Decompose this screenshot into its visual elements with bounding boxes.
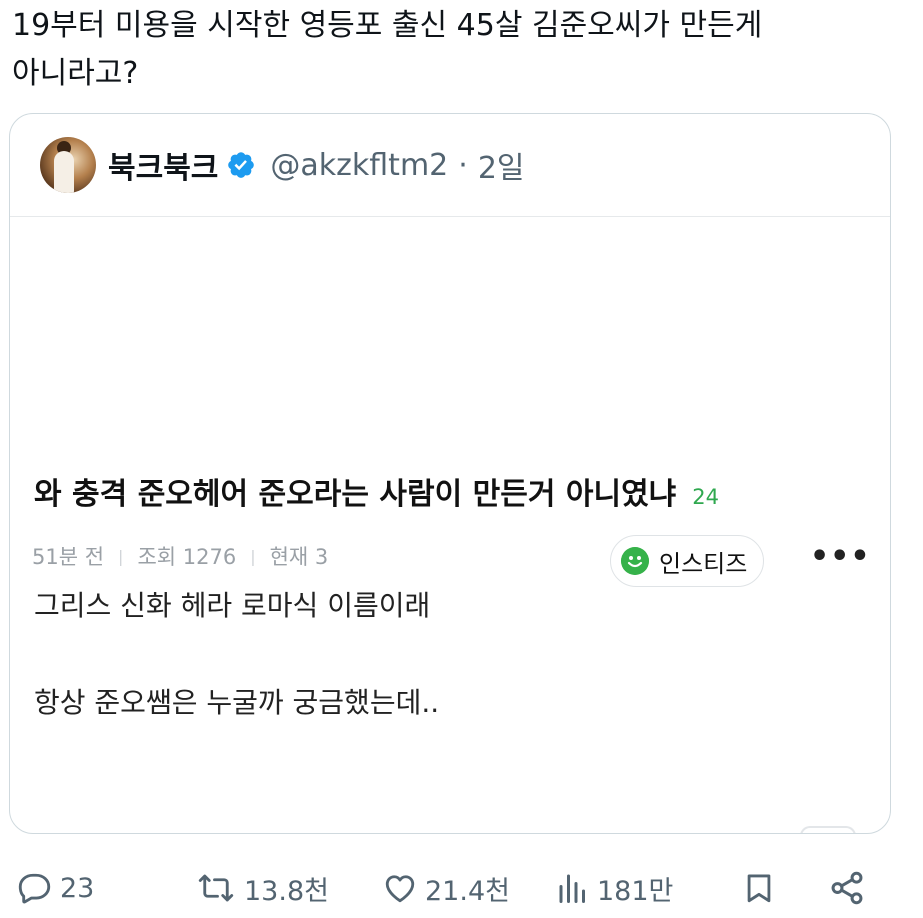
views-button[interactable]: 181만 — [555, 858, 673, 918]
tweet-text: 19부터 미용을 시작한 영등포 출신 45살 김준오씨가 만든게 아니라고? — [12, 8, 763, 91]
post-meta: 51분 전 | 조회 1276 | 현재 3 — [32, 541, 328, 571]
board-name: 인스티즈 — [659, 549, 748, 578]
retweet-icon — [198, 874, 234, 902]
avatar[interactable] — [40, 137, 96, 193]
separator-dot: · — [458, 147, 468, 183]
post-title-text: 와 충격 준오헤어 준오라는 사람이 만든거 아니였냐 — [34, 477, 677, 512]
author-name[interactable]: 북크북크 — [108, 143, 218, 187]
board-badge: 인스티즈 — [610, 535, 765, 587]
more-options-icon: ••• — [810, 539, 871, 574]
quote-tweet-card[interactable]: 북크북크 @akzkfltm2 · 2일 와 충격 준오헤어 준오라는 사람이 … — [9, 113, 891, 834]
share-button[interactable] — [828, 858, 872, 918]
watermark-icon — [800, 826, 856, 833]
verified-badge-icon — [228, 152, 255, 178]
post-time[interactable]: 2일 — [478, 143, 525, 187]
retweet-count: 13.8천 — [244, 875, 329, 907]
comment-count: 24 — [692, 485, 719, 509]
meta-time: 51분 전 — [32, 545, 105, 569]
heart-icon — [385, 875, 415, 903]
reply-count: 23 — [60, 872, 95, 904]
analytics-icon — [559, 874, 585, 903]
reply-button[interactable]: 23 — [18, 858, 94, 918]
author-handle[interactable]: @akzkfltm2 — [270, 148, 448, 183]
screenshot-post-title: 와 충격 준오헤어 준오라는 사람이 만든거 아니였냐 24 — [34, 469, 719, 513]
meta-now: 현재 3 — [269, 545, 329, 569]
retweet-button[interactable]: 13.8천 — [194, 858, 329, 918]
reply-icon — [18, 873, 51, 904]
post-body-line-2: 항상 준오쌤은 누굴까 궁금했는데.. — [34, 686, 440, 719]
post-body-line-1: 그리스 신화 헤라 로마식 이름이래 — [34, 589, 431, 622]
smile-icon — [621, 547, 649, 575]
like-count: 21.4천 — [425, 875, 510, 907]
like-button[interactable]: 21.4천 — [381, 858, 510, 918]
meta-views: 조회 1276 — [137, 545, 237, 569]
bookmark-icon — [747, 874, 771, 903]
view-count: 181만 — [597, 875, 674, 907]
quote-header: 북크북크 @akzkfltm2 · 2일 — [10, 114, 890, 217]
bookmark-button[interactable] — [742, 858, 782, 918]
share-icon — [831, 871, 863, 905]
action-bar: 23 13.8천 21.4천 181만 — [0, 858, 923, 918]
